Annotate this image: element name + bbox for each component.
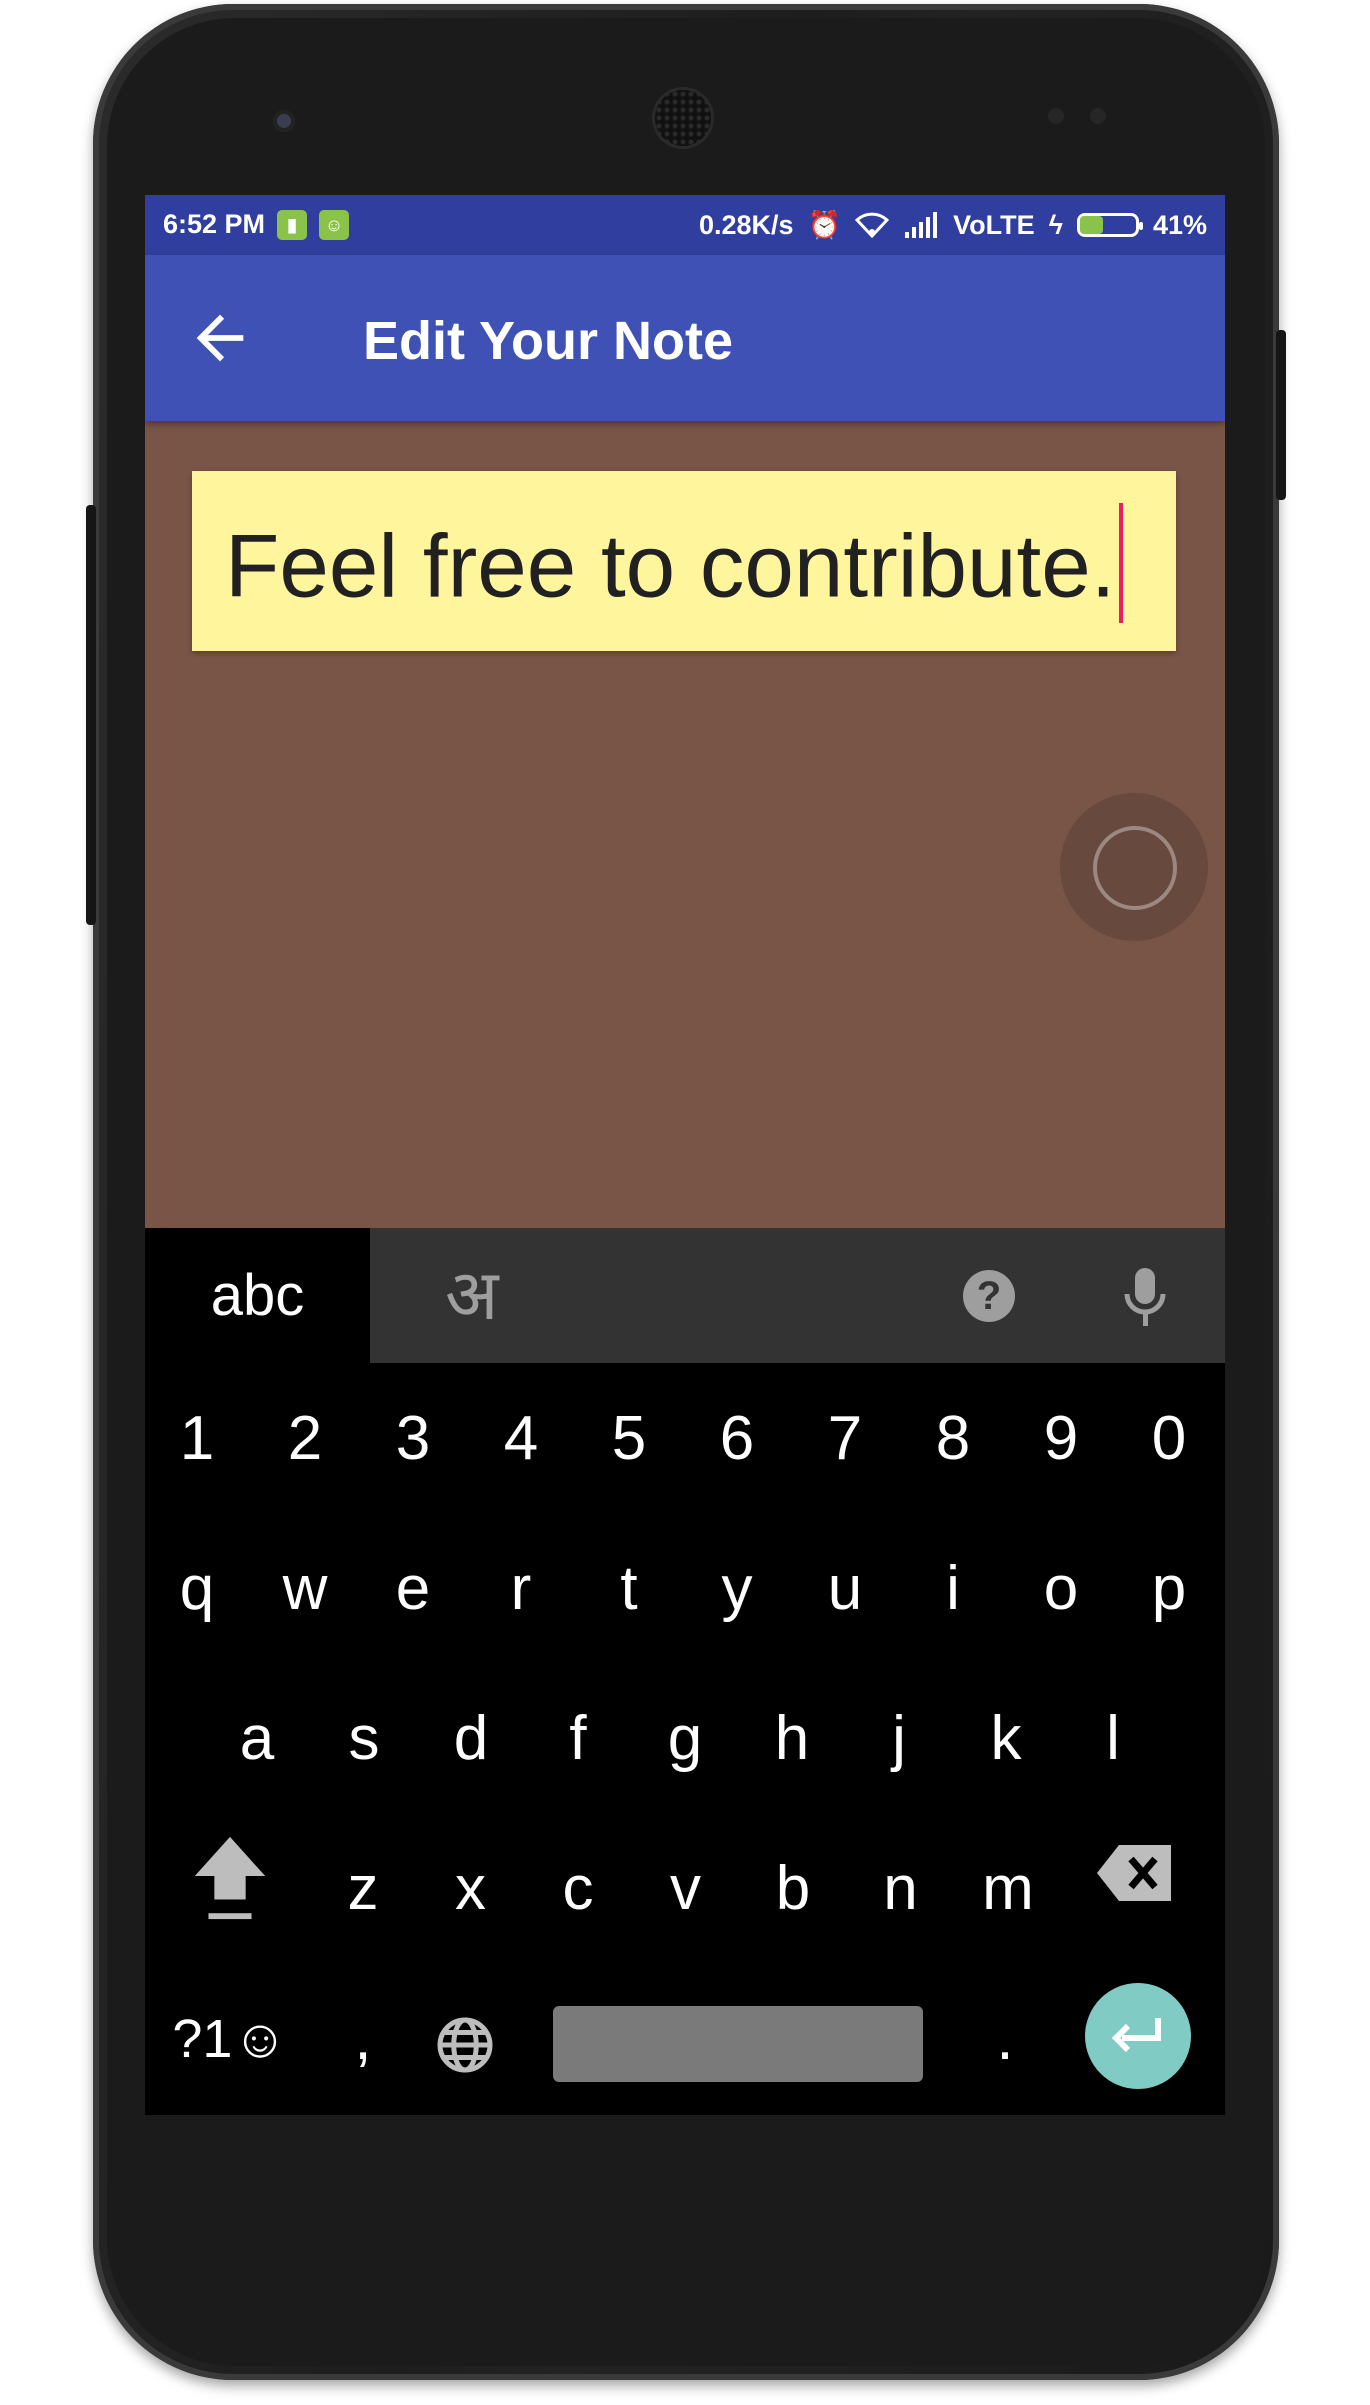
app-bar: Edit Your Note [145,255,1225,421]
key-8[interactable]: 8 [903,1403,1003,1474]
keyboard-toolbar: abc अ ? [145,1228,1225,1363]
key-w[interactable]: w [255,1553,355,1624]
bottom-row: ?1☺ , . [145,1963,1225,2113]
enter-icon [1111,2018,1161,2053]
battery-icon [1076,213,1143,237]
arrow-back-icon[interactable] [185,303,255,373]
proximity-sensor [1048,108,1064,124]
key-a[interactable]: a [207,1703,307,1774]
number-row: 1234567890 [145,1363,1225,1513]
key-4[interactable]: 4 [471,1403,571,1474]
key-v[interactable]: v [636,1853,736,1924]
earpiece-speaker [655,90,711,146]
space-key[interactable] [553,2006,923,2082]
volume-button [1276,330,1286,500]
key-z[interactable]: z [313,1853,413,1924]
light-sensor [1090,108,1106,124]
battery-fill [1079,216,1103,234]
note-editor[interactable]: Feel free to contribute. [192,471,1176,651]
alarm-icon: ⏰ [807,210,842,240]
key-1[interactable]: 1 [147,1403,247,1474]
page-title: Edit Your Note [363,311,734,371]
front-camera [273,110,295,132]
key-g[interactable]: g [635,1703,735,1774]
charging-icon: ϟ [1048,209,1063,240]
key-r[interactable]: r [471,1553,571,1624]
carrier-label: VoLTE [953,209,1035,240]
lang-tab-hindi[interactable]: अ [445,1228,498,1363]
shift-icon[interactable] [190,1833,270,1923]
power-button [86,505,96,925]
letter-row-1: qwertyuiop [145,1513,1225,1663]
backspace-icon[interactable] [1095,1843,1175,1903]
circle-icon [1093,826,1177,910]
microphone-icon[interactable] [1120,1264,1170,1328]
key-t[interactable]: t [579,1553,679,1624]
key-f[interactable]: f [528,1703,628,1774]
key-e[interactable]: e [363,1553,463,1624]
key-m[interactable]: m [958,1853,1058,1924]
key-x[interactable]: x [421,1853,521,1924]
key-i[interactable]: i [903,1553,1003,1624]
screen: 6:52 PM ▮ ☺ 0.28K/s ⏰ VoLTE ϟ 41% Edit Y… [145,195,1225,2115]
key-j[interactable]: j [849,1703,949,1774]
key-b[interactable]: b [743,1853,843,1924]
net-speed: 0.28K/s [698,209,794,240]
text-cursor [1119,503,1124,623]
battery-percent: 41% [1152,209,1207,240]
key-d[interactable]: d [421,1703,521,1774]
android-icon: ☺ [319,209,350,240]
period-key[interactable]: . [955,2003,1055,2074]
status-time: 6:52 PM [163,209,266,239]
letter-row-3: zxcvbnm [145,1813,1225,1963]
key-6[interactable]: 6 [687,1403,787,1474]
globe-icon[interactable] [435,2015,495,2075]
help-icon[interactable]: ? [963,1270,1015,1322]
letter-row-2: asdfghjkl [145,1663,1225,1813]
key-9[interactable]: 9 [1011,1403,1111,1474]
symbols-key[interactable]: ?1☺ [160,2008,300,2070]
key-7[interactable]: 7 [795,1403,895,1474]
key-n[interactable]: n [851,1853,951,1924]
wifi-icon [855,212,890,238]
key-0[interactable]: 0 [1119,1403,1219,1474]
signal-icon [905,212,938,238]
lang-tab-abc[interactable]: abc [145,1228,370,1363]
key-q[interactable]: q [147,1553,247,1624]
key-l[interactable]: l [1063,1703,1163,1774]
key-s[interactable]: s [314,1703,414,1774]
key-y[interactable]: y [687,1553,787,1624]
key-h[interactable]: h [742,1703,842,1774]
enter-key[interactable] [1085,1983,1191,2089]
key-k[interactable]: k [956,1703,1056,1774]
key-3[interactable]: 3 [363,1403,463,1474]
note-text-field[interactable]: Feel free to contribute. [225,503,1124,633]
key-o[interactable]: o [1011,1553,1111,1624]
key-p[interactable]: p [1119,1553,1219,1624]
status-bar: 6:52 PM ▮ ☺ 0.28K/s ⏰ VoLTE ϟ 41% [145,195,1225,255]
notification-icon: ▮ [277,209,308,240]
key-2[interactable]: 2 [255,1403,355,1474]
comma-key[interactable]: , [313,2003,413,2074]
soft-keyboard: abc अ ? 1234567890 qwertyuiop asdfghjkl … [145,1228,1225,2115]
note-text: Feel free to contribute. [225,515,1116,616]
assistive-touch-button[interactable] [1060,793,1208,941]
key-5[interactable]: 5 [579,1403,679,1474]
key-u[interactable]: u [795,1553,895,1624]
key-c[interactable]: c [528,1853,628,1924]
